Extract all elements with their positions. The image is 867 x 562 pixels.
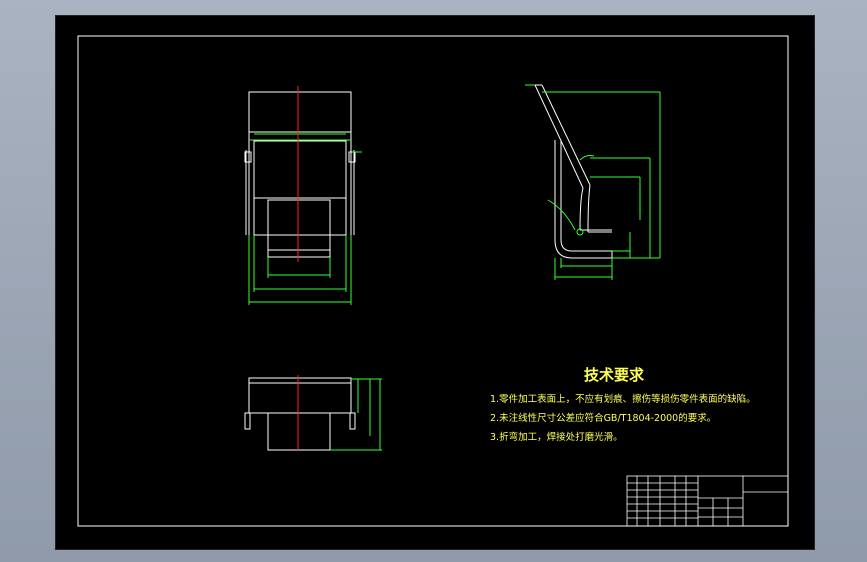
tech-requirement-3: 3.折弯加工，焊接处打磨光滑。 <box>490 431 623 443</box>
tech-requirements-title: 技术要求 <box>584 366 645 384</box>
front-view-top-plate <box>248 91 352 133</box>
front-view-inner-box <box>267 199 331 258</box>
tech-requirement-2: 2.未注线性尺寸公差应符合GB/T1804-2000的要求。 <box>490 412 716 424</box>
side-view <box>525 84 661 280</box>
tech-requirements: 技术要求 1.零件加工表面上，不应有划痕、擦伤等损伤零件表面的缺陷。 2.未注线… <box>490 366 756 443</box>
cad-viewport[interactable]: 技术要求 1.零件加工表面上，不应有划痕、擦伤等损伤零件表面的缺陷。 2.未注线… <box>0 0 867 562</box>
top-view <box>244 375 382 451</box>
drawing-border <box>77 35 789 527</box>
title-block[interactable] <box>626 475 789 527</box>
front-view-body <box>253 140 347 199</box>
top-view-box <box>267 412 331 451</box>
front-view <box>244 86 362 305</box>
drawing-canvas: 技术要求 1.零件加工表面上，不应有划痕、擦伤等损伤零件表面的缺陷。 2.未注线… <box>77 35 789 527</box>
tech-requirement-1: 1.零件加工表面上，不应有划痕、擦伤等损伤零件表面的缺陷。 <box>490 393 756 405</box>
